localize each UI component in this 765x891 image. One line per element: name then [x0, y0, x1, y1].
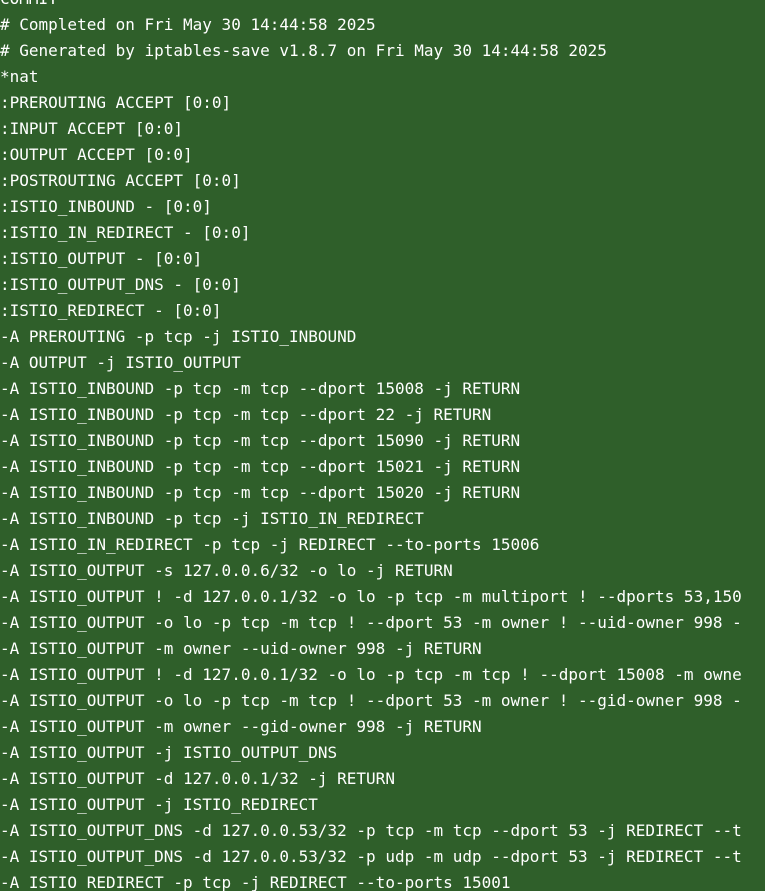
terminal-line: -A ISTIO_INBOUND -p tcp -m tcp --dport 2… — [0, 405, 492, 424]
terminal-line: *nat — [0, 67, 39, 86]
terminal-line: -A ISTIO_OUTPUT -m owner --uid-owner 998… — [0, 639, 482, 658]
terminal-line: -A ISTIO_OUTPUT ! -d 127.0.0.1/32 -o lo … — [0, 587, 742, 606]
terminal-line: :ISTIO_REDIRECT - [0:0] — [0, 301, 222, 320]
terminal-line: -A ISTIO_REDIRECT -p tcp -j REDIRECT --t… — [0, 873, 511, 891]
terminal-line: -A ISTIO_OUTPUT ! -d 127.0.0.1/32 -o lo … — [0, 665, 742, 684]
terminal-line: :POSTROUTING ACCEPT [0:0] — [0, 171, 241, 190]
terminal-line: -A ISTIO_INBOUND -p tcp -m tcp --dport 1… — [0, 457, 521, 476]
terminal-line: :PREROUTING ACCEPT [0:0] — [0, 93, 232, 112]
terminal-line: -A ISTIO_OUTPUT -j ISTIO_REDIRECT — [0, 795, 318, 814]
terminal-line: :ISTIO_OUTPUT - [0:0] — [0, 249, 203, 268]
terminal-line: -A ISTIO_OUTPUT -m owner --gid-owner 998… — [0, 717, 482, 736]
terminal-line: -A OUTPUT -j ISTIO_OUTPUT — [0, 353, 241, 372]
terminal-line: :INPUT ACCEPT [0:0] — [0, 119, 184, 138]
terminal-line: -A ISTIO_INBOUND -p tcp -j ISTIO_IN_REDI… — [0, 509, 424, 528]
terminal-line: -A ISTIO_OUTPUT -o lo -p tcp -m tcp ! --… — [0, 613, 742, 632]
terminal-line: COMMIT — [0, 0, 742, 12]
terminal-line: -A ISTIO_IN_REDIRECT -p tcp -j REDIRECT … — [0, 535, 540, 554]
terminal-line: :ISTIO_INBOUND - [0:0] — [0, 197, 212, 216]
terminal-output: COMMIT # Completed on Fri May 30 14:44:5… — [0, 0, 742, 891]
terminal-line: :ISTIO_IN_REDIRECT - [0:0] — [0, 223, 251, 242]
terminal-line: -A PREROUTING -p tcp -j ISTIO_INBOUND — [0, 327, 357, 346]
terminal-line: -A ISTIO_OUTPUT -j ISTIO_OUTPUT_DNS — [0, 743, 338, 762]
terminal-line: -A ISTIO_INBOUND -p tcp -m tcp --dport 1… — [0, 379, 521, 398]
terminal-line: # Completed on Fri May 30 14:44:58 2025 — [0, 15, 376, 34]
terminal-line: # Generated by iptables-save v1.8.7 on F… — [0, 41, 607, 60]
terminal-line: -A ISTIO_INBOUND -p tcp -m tcp --dport 1… — [0, 431, 521, 450]
terminal-line: -A ISTIO_OUTPUT_DNS -d 127.0.0.53/32 -p … — [0, 821, 742, 840]
terminal-line: -A ISTIO_OUTPUT -d 127.0.0.1/32 -j RETUR… — [0, 769, 395, 788]
terminal-line: :ISTIO_OUTPUT_DNS - [0:0] — [0, 275, 241, 294]
terminal-window[interactable]: COMMIT # Completed on Fri May 30 14:44:5… — [0, 0, 765, 891]
terminal-line: -A ISTIO_INBOUND -p tcp -m tcp --dport 1… — [0, 483, 521, 502]
terminal-line: -A ISTIO_OUTPUT_DNS -d 127.0.0.53/32 -p … — [0, 847, 742, 866]
terminal-line: -A ISTIO_OUTPUT -o lo -p tcp -m tcp ! --… — [0, 691, 742, 710]
terminal-line: -A ISTIO_OUTPUT -s 127.0.0.6/32 -o lo -j… — [0, 561, 453, 580]
terminal-line: :OUTPUT ACCEPT [0:0] — [0, 145, 193, 164]
